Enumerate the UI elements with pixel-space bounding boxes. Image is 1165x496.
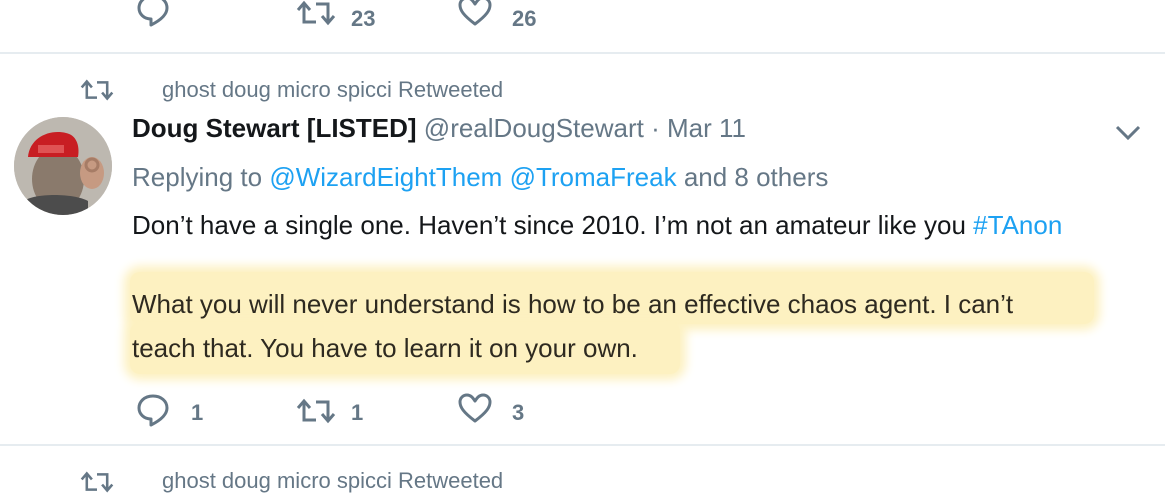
like-count: 26 — [512, 6, 537, 31]
retweet-icon — [80, 468, 114, 496]
reply-count: 1 — [191, 400, 204, 425]
replying-to: Replying to @WizardEightThem @TromaFreak… — [132, 162, 828, 193]
highlighted-text: What you will never understand is how to… — [132, 289, 1014, 319]
avatar[interactable] — [14, 117, 112, 215]
retweet-count: 1 — [351, 400, 364, 425]
tweet-header: Doug Stewart [LISTED] @realDougStewart ·… — [132, 113, 746, 144]
divider — [0, 444, 1165, 446]
tweet-text-line: Don’t have a single one. Haven’t since 2… — [132, 210, 1062, 241]
header-separator: · — [651, 113, 660, 143]
divider — [0, 52, 1165, 54]
retweeted-by-label[interactable]: ghost doug micro spicci Retweeted — [162, 468, 503, 494]
author-name[interactable]: Doug Stewart [LISTED] — [132, 113, 417, 143]
hashtag-link[interactable]: #TAnon — [973, 210, 1062, 240]
retweet-icon — [80, 76, 114, 104]
author-handle[interactable]: @realDougStewart — [424, 113, 644, 143]
tweet-date[interactable]: Mar 11 — [667, 113, 746, 143]
chevron-down-icon[interactable] — [1114, 124, 1142, 142]
mention-link[interactable]: @WizardEightThem — [269, 162, 502, 192]
like-icon[interactable] — [458, 0, 492, 28]
reply-icon[interactable] — [135, 0, 171, 28]
retweet-count: 23 — [351, 6, 376, 31]
highlighted-text: teach that. You have to learn it on your… — [132, 333, 638, 363]
like-count: 3 — [512, 400, 525, 425]
replying-prefix: Replying to — [132, 162, 263, 192]
reply-icon[interactable] — [135, 392, 171, 428]
retweet-icon[interactable] — [296, 0, 336, 28]
replying-suffix[interactable]: and 8 others — [684, 162, 829, 192]
tweet-text: Don’t have a single one. Haven’t since 2… — [132, 210, 966, 240]
retweet-icon[interactable] — [296, 396, 336, 426]
retweeted-by-label[interactable]: ghost doug micro spicci Retweeted — [162, 77, 503, 103]
like-icon[interactable] — [458, 393, 492, 425]
mention-link[interactable]: @TromaFreak — [510, 162, 677, 192]
